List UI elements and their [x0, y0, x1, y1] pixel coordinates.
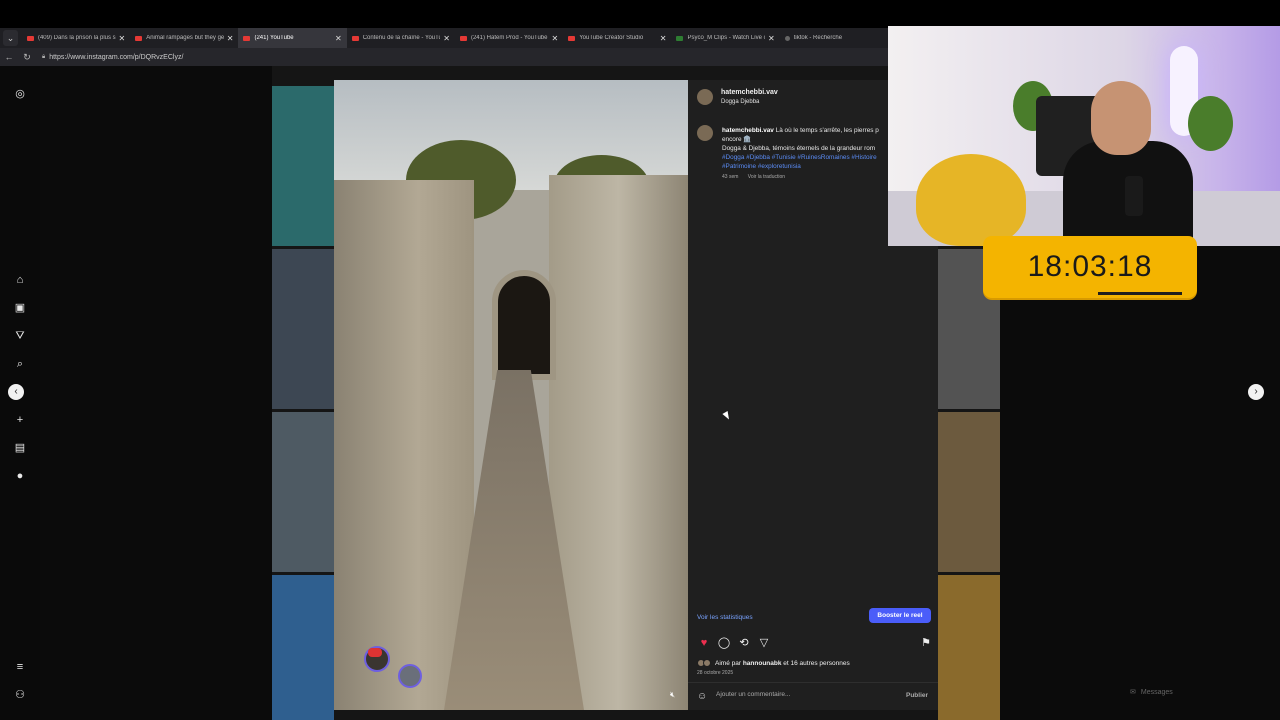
- liked-by: Aimé par hannounabk et 16 autres personn…: [697, 659, 850, 667]
- direct-messages-icon[interactable]: ⛛: [13, 329, 27, 343]
- photo-stone-arch: [492, 270, 556, 380]
- live-badge-icon: [368, 648, 382, 657]
- also-from-meta-icon[interactable]: ⚇: [13, 688, 27, 702]
- caption-text-line1: Là où le temps s'arrête, les pierres p: [775, 127, 879, 134]
- browser-tab[interactable]: (241) Hatem Prod - YouTube ✕: [455, 28, 563, 48]
- close-tab-icon[interactable]: ✕: [119, 34, 126, 43]
- viewer-avatar[interactable]: [398, 664, 422, 688]
- grid-tile: [938, 575, 1000, 720]
- yellow-pillow: [916, 154, 1026, 246]
- close-tab-icon[interactable]: ✕: [335, 34, 342, 43]
- menu-icon[interactable]: ≡: [13, 660, 27, 674]
- lock-icon: 🔒︎: [42, 53, 46, 60]
- author-username[interactable]: hatemchebbi.vav: [721, 89, 778, 96]
- search-icon: [784, 35, 790, 41]
- close-tab-icon[interactable]: ✕: [660, 34, 667, 43]
- emoji-icon[interactable]: ☺: [697, 691, 707, 702]
- tab-list-dropdown-button[interactable]: ⌄: [3, 30, 18, 46]
- url-field[interactable]: 🔒︎ https://www.instagram.com/p/DQRvzEClyz…: [42, 54, 183, 61]
- previous-post-button[interactable]: ‹: [8, 384, 24, 400]
- caption-text-line3: Dogga & Djebba, témoins éternels de la g…: [722, 145, 876, 152]
- clock-overlay: 18:03:18: [983, 236, 1197, 298]
- caption-author-avatar[interactable]: [697, 125, 713, 141]
- profile-avatar-icon[interactable]: ●: [13, 469, 27, 483]
- home-icon[interactable]: ⌂: [13, 273, 27, 287]
- post-location[interactable]: Dogga Djebba: [721, 99, 759, 105]
- browser-tab[interactable]: tiktok - Recherche: [780, 28, 888, 48]
- instagram-logo-icon[interactable]: ◎: [13, 87, 27, 101]
- post-caption: hatemchebbi.vav Là où le temps s'arrête,…: [722, 126, 892, 171]
- comment-icon[interactable]: ◯: [717, 636, 731, 650]
- repost-icon[interactable]: ⟲: [737, 636, 751, 650]
- youtube-icon: [351, 35, 359, 41]
- author-avatar[interactable]: [697, 89, 713, 105]
- grid-tile: [938, 412, 1000, 572]
- browser-tab[interactable]: (409) Dans la prison la plus surp✕: [22, 28, 130, 48]
- grid-tile: [272, 86, 334, 246]
- youtube-icon: [135, 35, 143, 41]
- grid-tile: [272, 575, 334, 720]
- post-date: 28 octobre 2025: [697, 670, 734, 676]
- kick-icon: [676, 35, 684, 41]
- post-age: 43 sem: [722, 174, 739, 180]
- browser-tab[interactable]: Psyco_M Clips - Watch Live on ✕: [671, 28, 779, 48]
- close-tab-icon[interactable]: ✕: [443, 34, 450, 43]
- mute-icon[interactable]: 🔇︎: [670, 690, 675, 700]
- translate-link[interactable]: Voir la traduction: [748, 174, 785, 180]
- liker-avatar: [703, 659, 711, 667]
- caption-meta: 43 sem Voir la traduction: [722, 174, 793, 180]
- messages-widget[interactable]: ✉ Messages: [1130, 682, 1260, 702]
- reels-icon[interactable]: ▣: [13, 301, 27, 315]
- streamer: [1063, 81, 1193, 246]
- create-icon[interactable]: +: [13, 413, 27, 427]
- plant: [1188, 96, 1233, 151]
- other-likers-link[interactable]: et 16 autres personnes: [783, 660, 850, 667]
- caption-hashtags[interactable]: #Dogga #Djebba #Tunisie #RuinesRomaines …: [722, 154, 877, 161]
- messages-icon: ✉: [1130, 689, 1136, 696]
- back-arrow-icon[interactable]: ←: [0, 52, 18, 62]
- tab-strip: ⌄ (409) Dans la prison la plus surp✕ Ani…: [0, 28, 888, 48]
- close-tab-icon[interactable]: ✕: [768, 34, 775, 43]
- browser-tab[interactable]: Contenu de la chaîne - YouTube ✕: [347, 28, 455, 48]
- like-heart-icon[interactable]: ♥: [697, 636, 711, 650]
- liker-username[interactable]: hannounabk: [743, 660, 782, 667]
- publish-comment-button[interactable]: Publier: [906, 692, 928, 699]
- view-insights-link[interactable]: Voir les statistiques: [697, 614, 753, 621]
- youtube-icon: [243, 35, 251, 41]
- comment-composer: ☺ Publier: [688, 682, 938, 710]
- boost-reel-button[interactable]: Booster le reel: [869, 608, 931, 623]
- reel-video[interactable]: 🔇︎: [334, 80, 688, 710]
- address-bar: ← ↻ 🔒︎ https://www.instagram.com/p/DQRvzE…: [0, 48, 888, 66]
- save-bookmark-icon[interactable]: ⚑: [919, 636, 933, 650]
- youtube-icon: [568, 35, 576, 41]
- grid-tile: [272, 412, 334, 572]
- search-icon[interactable]: ⌕: [13, 357, 27, 371]
- caption-hashtags[interactable]: #Patrimoine #exploretunisia: [722, 163, 801, 170]
- reload-icon[interactable]: ↻: [18, 52, 36, 63]
- webcam-overlay: [888, 26, 1280, 246]
- action-bar: ♥ ◯ ⟲ ▽ ⚑: [697, 636, 931, 650]
- grid-tile: [272, 249, 334, 409]
- close-tab-icon[interactable]: ✕: [552, 34, 559, 43]
- microphone: [1125, 176, 1143, 216]
- browser-tab-active[interactable]: (241) YouTube ✕: [238, 28, 347, 48]
- browser-tab[interactable]: YouTube Creator Studio ✕: [563, 28, 671, 48]
- clock-time: 18:03:18: [1027, 250, 1153, 283]
- close-tab-icon[interactable]: ✕: [227, 34, 234, 43]
- caption-text-line2: encore 🏛️: [722, 136, 752, 143]
- caption-username[interactable]: hatemchebbi.vav: [722, 127, 774, 134]
- browser-tab[interactable]: Animal rampages but they get ✕: [130, 28, 238, 48]
- youtube-icon: [459, 35, 467, 41]
- comment-input[interactable]: [716, 691, 886, 698]
- clock-underline: [1098, 292, 1182, 295]
- youtube-icon: [26, 35, 34, 41]
- share-icon[interactable]: ▽: [757, 636, 771, 650]
- photo-left-wall: [334, 180, 474, 710]
- next-post-button[interactable]: ›: [1248, 384, 1264, 400]
- dashboard-icon[interactable]: ▤: [13, 441, 27, 455]
